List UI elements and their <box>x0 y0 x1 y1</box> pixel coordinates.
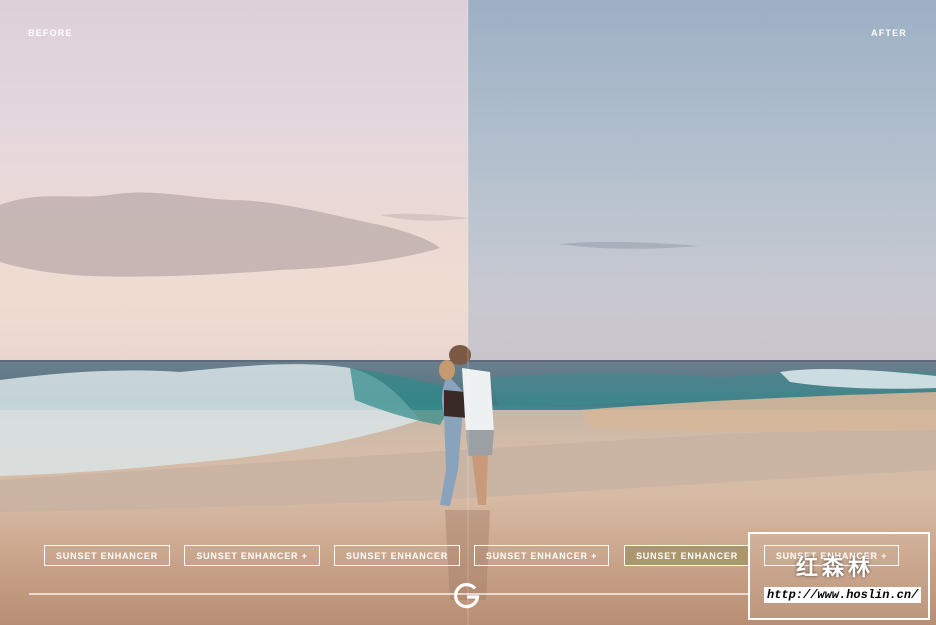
preset-button-5-active[interactable]: SUNSET ENHANCER <box>624 545 750 566</box>
watermark-text: 红森林 <box>796 555 875 580</box>
preset-button-4[interactable]: SUNSET ENHANCER + <box>474 545 609 566</box>
preset-button-1[interactable]: SUNSET ENHANCER <box>44 545 170 566</box>
before-after-divider[interactable] <box>467 0 469 625</box>
before-label: BEFORE <box>28 28 73 38</box>
cloud-wisp <box>380 213 470 221</box>
g-logo-icon <box>454 583 480 609</box>
watermark-url: http://www.hoslin.cn/ <box>764 587 922 603</box>
after-label: AFTER <box>871 28 907 38</box>
preset-button-3[interactable]: SUNSET ENHANCER <box>334 545 460 566</box>
cloud <box>0 192 440 277</box>
cloud-wisp-right <box>560 241 700 249</box>
comparison-slider-track[interactable] <box>29 593 749 595</box>
preset-button-2[interactable]: SUNSET ENHANCER + <box>184 545 320 566</box>
